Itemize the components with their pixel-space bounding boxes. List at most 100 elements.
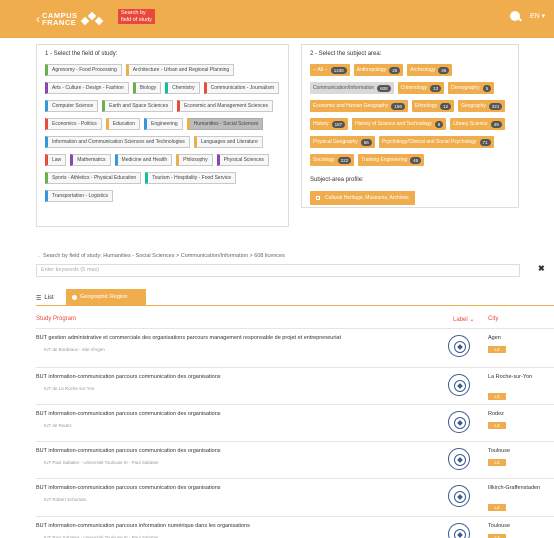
keywords-input[interactable]: Enter keywords (5 max) (36, 264, 520, 277)
field-chip[interactable]: Sports - Athletics - Physical Education (45, 172, 142, 184)
city-name: Illkirch-Graffenstaden (488, 485, 541, 491)
subject-chip-label: Sociology (313, 157, 335, 163)
subject-chip[interactable]: Geography 321 (458, 100, 506, 112)
top-header: ‹ CAMPUS FRANCE Search by field of study… (0, 0, 554, 38)
field-chip-list: Agronomy - Food Processing Architecture -… (45, 64, 282, 202)
table-row[interactable]: BUT information-communication parcours i… (36, 516, 554, 538)
subject-chip-label: History of Science and Technology (355, 121, 432, 127)
subject-chip[interactable]: Anthropology 25 (353, 64, 404, 76)
subject-area-panel: 2 - Select the subject area: -- All -- 14… (301, 44, 519, 208)
field-chip[interactable]: Computer Science (45, 100, 99, 112)
list-icon: ☰ (36, 295, 42, 302)
field-chip[interactable]: Languages and Literature (193, 136, 263, 148)
tab-geographic-region[interactable]: Geographic Region (66, 289, 146, 305)
field-chip[interactable]: Transportation - Logistics (45, 190, 113, 202)
logo-line-2: FRANCE (42, 18, 77, 27)
language-selector[interactable]: EN ▾ (530, 12, 545, 20)
subject-chip-label: Criminology (400, 85, 428, 91)
field-chip[interactable]: Tourism - Hospitality - Food Service (145, 172, 237, 184)
program-title[interactable]: BUT information-communication parcours c… (36, 411, 221, 417)
field-chip[interactable]: Information and Communication Sciences a… (45, 136, 190, 148)
field-chip[interactable]: Arts - Culture - Design - Fashion (45, 82, 129, 94)
field-chip[interactable]: Communication - Journalism (203, 82, 279, 94)
subject-count-badge: 222 (337, 156, 352, 164)
city-name: Agen (488, 335, 501, 341)
subject-chip[interactable]: Criminology 13 (397, 82, 445, 94)
program-title[interactable]: BUT gestion administrative et commercial… (36, 335, 341, 341)
field-chip[interactable]: Architecture - Urban and Regional Planni… (125, 64, 235, 76)
field-chip[interactable]: Agronomy - Food Processing (45, 64, 122, 76)
institution-name: IUT Paul Sabatier - Université Toulouse … (44, 460, 159, 465)
subject-chip-label: Archeology (410, 67, 436, 73)
field-chip[interactable]: Earth and Space Sciences (102, 100, 174, 112)
field-chip[interactable]: Philosophy (176, 154, 213, 166)
subject-chip[interactable]: History 187 (310, 118, 349, 130)
level-badge: L3 (488, 534, 506, 538)
subject-chip[interactable]: Physical Geography 66 (310, 136, 375, 148)
field-chip[interactable]: Physical Sciences (216, 154, 269, 166)
column-city[interactable]: City (488, 316, 498, 322)
field-chip[interactable]: Mathematics (70, 154, 111, 166)
logo-diamonds-icon (80, 11, 104, 26)
subject-count-badge: 187 (331, 120, 346, 128)
subject-chip-label: Training Engineering (361, 157, 408, 163)
search-by-field-badge: Search by field of study (118, 9, 155, 24)
institution-name: IUT de La Roche sur Yon (44, 386, 95, 391)
subject-count-badge: 66 (360, 138, 372, 146)
campus-france-logo[interactable]: ‹ CAMPUS FRANCE (36, 8, 104, 30)
field-chip[interactable]: Education (105, 118, 140, 130)
subject-chip-label: Ethnology (414, 103, 438, 109)
field-chip[interactable]: Humanities - Social Sciences (186, 118, 264, 130)
subject-count-badge: 71 (479, 138, 491, 146)
subject-chip[interactable]: History of Science and Technology 9 (352, 118, 447, 130)
clear-icon[interactable]: ✖ (538, 264, 545, 273)
subject-chip[interactable]: Psychology/Clinical and Social Psycholog… (378, 136, 494, 148)
program-title[interactable]: BUT information-communication parcours c… (36, 448, 221, 454)
institution-name: IUT de Rodez (44, 423, 72, 428)
subject-count-badge: 156 (391, 102, 405, 110)
subject-chip-label: Economic and Human Geography (313, 103, 389, 109)
program-title[interactable]: BUT information-communication parcours c… (36, 485, 221, 491)
field-panel-title: 1 - Select the field of study: (45, 51, 118, 57)
level-badge: L3 (488, 393, 506, 400)
program-title[interactable]: BUT information-communication parcours c… (36, 374, 221, 380)
subject-chip[interactable]: Ethnology 12 (411, 100, 455, 112)
field-chip[interactable]: Engineering (143, 118, 183, 130)
subject-chip[interactable]: Sociology 222 (310, 154, 355, 166)
label-seal-icon (448, 485, 470, 507)
field-chip[interactable]: Biology (132, 82, 162, 94)
table-header: Study Program Label ⌄ City (36, 313, 554, 325)
subject-chip[interactable]: Library Science 49 (450, 118, 505, 130)
checkbox-icon (316, 196, 320, 200)
tab-list[interactable]: ☰ List (36, 291, 54, 305)
subject-chip-list: -- All -- 1436 Anthropology 25 Archeology 46 C… (310, 64, 512, 166)
field-chip[interactable]: Medicine and Health (114, 154, 173, 166)
search-icon[interactable] (510, 11, 520, 21)
field-chip[interactable]: Economic and Management Sciences (177, 100, 274, 112)
field-chip[interactable]: Law (45, 154, 67, 166)
tab-underline (36, 305, 554, 306)
level-badge: L3 (488, 346, 506, 353)
subject-chip[interactable]: Economic and Human Geography 156 (310, 100, 408, 112)
subject-count-badge: 321 (488, 102, 503, 110)
subject-count-badge: 25 (389, 66, 401, 74)
subject-chip[interactable]: Communication/Information 608 (310, 82, 394, 94)
field-chip[interactable]: Chemistry (165, 82, 200, 94)
subject-chip-label: -- All -- (313, 67, 328, 73)
label-seal-icon (448, 523, 470, 538)
profile-button[interactable]: Cultural Heritage, Museums, Archives (310, 191, 415, 205)
subject-chip-label: Psychology/Clinical and Social Psycholog… (381, 139, 477, 145)
subject-chip[interactable]: -- All -- 1436 (310, 64, 350, 76)
field-chip[interactable]: Economics - Politics (45, 118, 102, 130)
subject-chip[interactable]: Training Engineering 46 (358, 154, 425, 166)
column-study-program[interactable]: Study Program (36, 316, 76, 322)
label-seal-icon (448, 374, 470, 396)
label-seal-icon (448, 448, 470, 470)
program-title[interactable]: BUT information-communication parcours i… (36, 523, 250, 529)
column-label[interactable]: Label ⌄ (453, 316, 474, 323)
subject-chip[interactable]: Demography 5 (448, 82, 495, 94)
subject-chip-label: Communication/Information (313, 85, 375, 91)
subject-count-badge: 46 (410, 156, 422, 164)
subject-chip[interactable]: Archeology 46 (407, 64, 453, 76)
subject-count-badge: 13 (430, 84, 442, 92)
